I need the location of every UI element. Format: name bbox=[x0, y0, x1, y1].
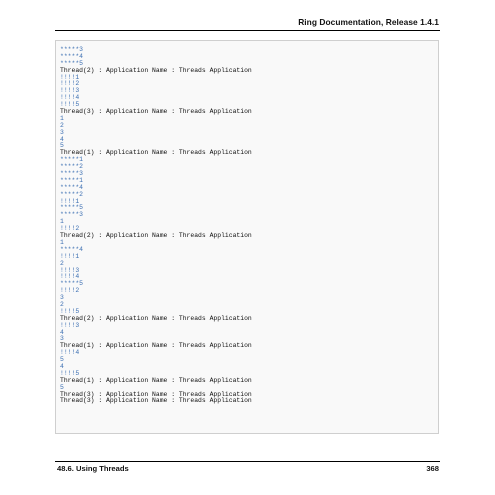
code-line: *****2 bbox=[60, 163, 84, 171]
code-line: 5 bbox=[60, 356, 64, 364]
code-line: !!!!3 bbox=[60, 266, 80, 274]
code-line: 1 bbox=[60, 114, 64, 122]
code-line: *****1 bbox=[60, 156, 84, 164]
code-line: *****2 bbox=[60, 190, 84, 198]
code-line: !!!!2 bbox=[60, 80, 80, 88]
code-line: *****1 bbox=[60, 176, 84, 184]
code-line: !!!!2 bbox=[60, 287, 80, 295]
code-line: *****5 bbox=[60, 280, 84, 288]
code-line: 3 bbox=[60, 128, 64, 136]
code-line: Thread(2) : Application Name : Threads A… bbox=[60, 66, 252, 74]
page-header-title: Ring Documentation, Release 1.4.1 bbox=[298, 17, 439, 27]
code-line: !!!!4 bbox=[60, 94, 80, 102]
code-line: 4 bbox=[60, 135, 64, 143]
code-line: *****5 bbox=[60, 204, 84, 212]
code-line: 2 bbox=[60, 259, 64, 267]
code-line: *****3 bbox=[60, 46, 84, 53]
code-line: Thread(1) : Application Name : Threads A… bbox=[60, 342, 252, 350]
code-line: Thread(1) : Application Name : Threads A… bbox=[60, 376, 252, 384]
code-line: 2 bbox=[60, 121, 64, 129]
code-line: Thread(2) : Application Name : Threads A… bbox=[60, 232, 252, 240]
footer-divider bbox=[55, 461, 440, 462]
code-line: Thread(2) : Application Name : Threads A… bbox=[60, 314, 252, 322]
code-output-block: *****3 *****4 *****5 Thread(2) : Applicatio… bbox=[55, 40, 439, 434]
code-line: *****4 bbox=[60, 183, 84, 191]
code-line: !!!!1 bbox=[60, 73, 80, 81]
code-line: *****3 bbox=[60, 170, 84, 178]
code-line: !!!!4 bbox=[60, 273, 80, 281]
code-line: 4 bbox=[60, 362, 64, 370]
code-line: !!!!1 bbox=[60, 252, 80, 260]
code-line: 3 bbox=[60, 294, 64, 302]
code-line: !!!!1 bbox=[60, 197, 80, 205]
code-line: Thread(3) : Application Name : Threads A… bbox=[60, 397, 252, 405]
footer-section-title: 48.6. Using Threads bbox=[57, 464, 129, 473]
code-line: 1 bbox=[60, 238, 64, 246]
footer-page-number: 368 bbox=[426, 464, 439, 473]
code-line: Thread(3) : Application Name : Threads A… bbox=[60, 108, 252, 116]
code-line: *****3 bbox=[60, 211, 84, 219]
code-line: 1 bbox=[60, 218, 64, 226]
code-line: *****4 bbox=[60, 245, 84, 253]
code-output-lines: *****3 *****4 *****5 Thread(2) : Applicatio… bbox=[56, 41, 438, 405]
code-line: !!!!4 bbox=[60, 349, 80, 357]
code-line: !!!!3 bbox=[60, 321, 80, 329]
header-divider bbox=[55, 30, 440, 31]
code-line: *****4 bbox=[60, 52, 84, 60]
code-line: Thread(1) : Application Name : Threads A… bbox=[60, 149, 252, 157]
code-line: 2 bbox=[60, 300, 64, 308]
code-line: !!!!3 bbox=[60, 87, 80, 95]
code-line: 4 bbox=[60, 328, 64, 336]
